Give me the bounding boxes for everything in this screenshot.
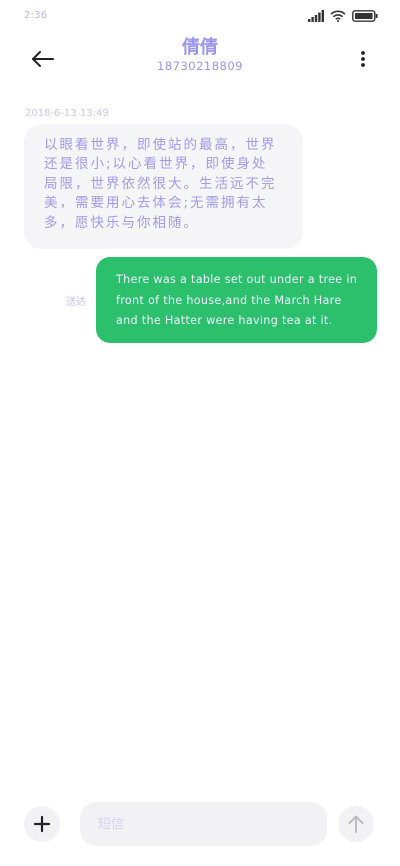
status-bar: 2:36 bbox=[0, 0, 400, 34]
contact-name: 倩倩 bbox=[182, 37, 218, 58]
arrow-left-icon bbox=[32, 51, 54, 67]
outgoing-message-text: There was a table set out under a tree i… bbox=[116, 273, 358, 327]
send-button[interactable] bbox=[338, 806, 374, 842]
more-vertical-icon bbox=[361, 51, 365, 67]
more-options-button[interactable] bbox=[356, 46, 370, 72]
attach-button[interactable] bbox=[24, 806, 60, 842]
compose-bar bbox=[0, 796, 400, 856]
battery-icon bbox=[352, 10, 378, 22]
incoming-message-bubble[interactable]: 以眼看世界，即使站的最高，世界还是很小;以心看世界，即使身处局限，世界依然很大。… bbox=[24, 124, 303, 249]
contact-phone: 18730218809 bbox=[157, 59, 243, 73]
contact-title-block: 倩倩 18730218809 bbox=[0, 37, 400, 73]
plus-icon bbox=[33, 815, 51, 833]
message-timestamp: 2018-6-13 13:49 bbox=[25, 108, 109, 119]
wifi-icon bbox=[330, 10, 346, 22]
message-input[interactable] bbox=[80, 802, 327, 846]
sms-conversation-screen: 2:36 倩倩 18730218809 2018-6-13 13:49 以眼看世… bbox=[0, 0, 400, 866]
conversation-header: 倩倩 18730218809 bbox=[0, 34, 400, 90]
incoming-message-text: 以眼看世界，即使站的最高，世界还是很小;以心看世界，即使身处局限，世界依然很大。… bbox=[44, 137, 277, 231]
status-time: 2:36 bbox=[24, 10, 48, 21]
outgoing-message-bubble[interactable]: There was a table set out under a tree i… bbox=[96, 257, 377, 343]
delivery-status: 送达 bbox=[66, 297, 86, 308]
signal-icon bbox=[308, 10, 324, 22]
send-arrow-up-icon bbox=[348, 815, 364, 833]
status-icons bbox=[308, 10, 378, 22]
back-button[interactable] bbox=[28, 44, 58, 74]
